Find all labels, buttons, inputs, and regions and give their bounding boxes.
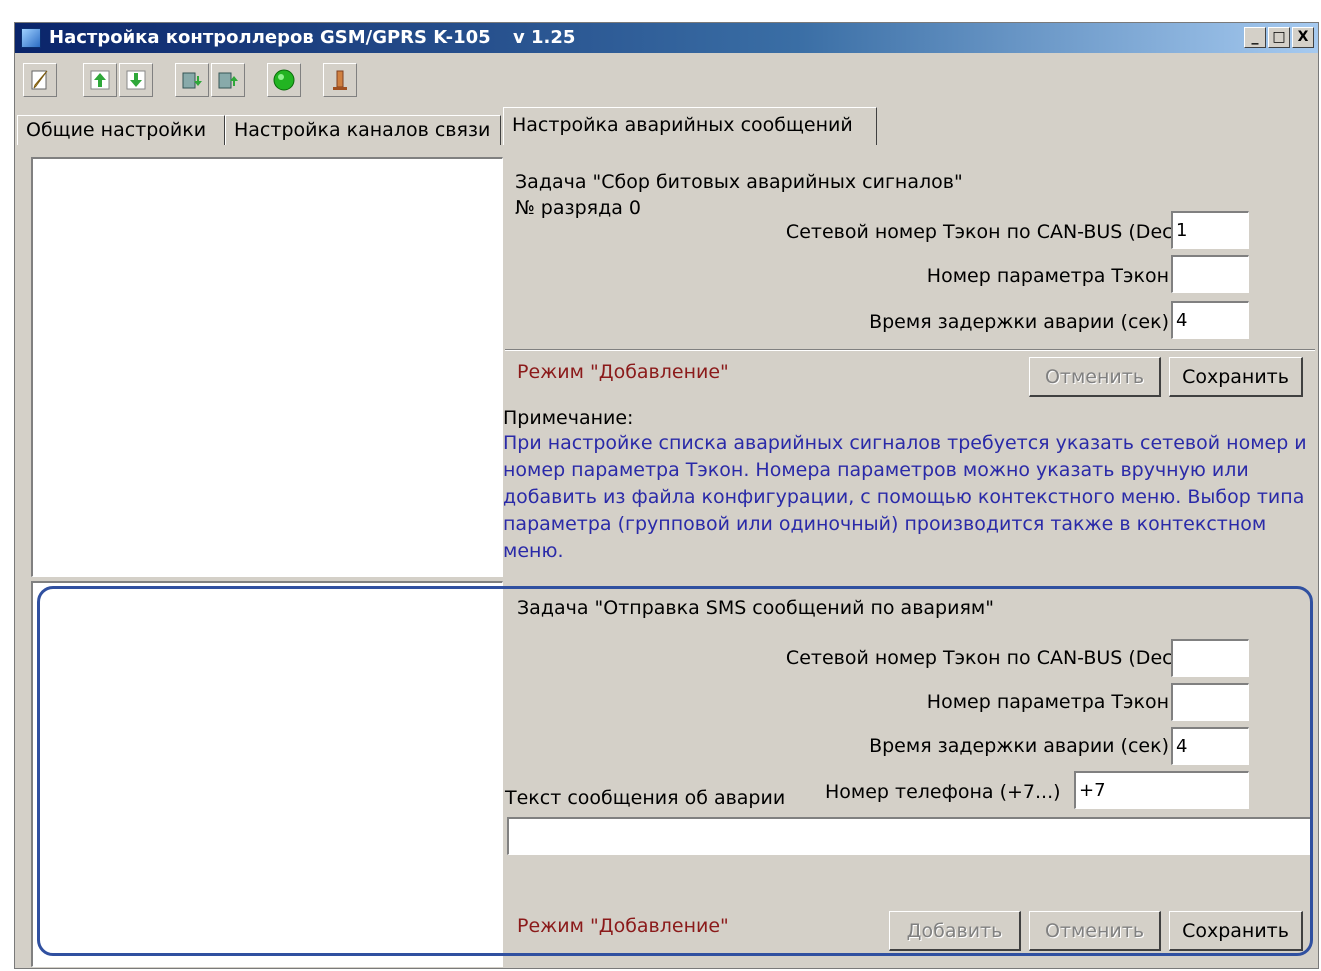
phone-number-field[interactable] (1074, 771, 1249, 809)
sms-can-bus-field[interactable] (1171, 639, 1249, 677)
bit-alarm-panel: Задача "Сбор битовых аварийных сигналов"… (503, 153, 1316, 349)
sms-mode: Режим "Добавление" (517, 915, 729, 937)
bit-alarm-mode: Режим "Добавление" (517, 361, 729, 383)
sms-delay-label: Время задержки аварии (сек) (869, 735, 1169, 757)
message-text-label: Текст сообщения об аварии (505, 787, 786, 809)
sms-delay-field[interactable] (1171, 727, 1249, 765)
edit-button[interactable] (23, 63, 57, 97)
sms-task-title: Задача "Отправка SMS сообщений по авария… (517, 597, 994, 619)
param-number-label: Номер параметра Тэкон (926, 265, 1169, 287)
disconnect-icon (333, 70, 347, 90)
sms-param-number-label: Номер параметра Тэкон (926, 691, 1169, 713)
sms-can-bus-label: Сетевой номер Тэкон по CAN-BUS (Dec) (785, 647, 1180, 669)
window-title: Настройка контроллеров GSM/GPRS K-105 (49, 27, 491, 48)
disconnect-button[interactable] (323, 63, 357, 97)
edit-icon (31, 70, 48, 90)
connect-icon (273, 69, 295, 91)
close-button[interactable]: X (1292, 27, 1314, 48)
can-bus-label: Сетевой номер Тэкон по CAN-BUS (Dec) (785, 221, 1180, 243)
arrow-up-icon (90, 70, 110, 90)
bit-alarm-cancel-button[interactable]: Отменить (1029, 357, 1161, 397)
download-button[interactable] (211, 63, 245, 97)
upload-button[interactable] (175, 63, 209, 97)
sms-save-button[interactable]: Сохранить (1169, 911, 1303, 951)
title-bar: Настройка контроллеров GSM/GPRS K-105 v … (15, 23, 1318, 53)
arrow-down-icon (126, 70, 146, 90)
tab-channels[interactable]: Настройка каналов связи (225, 115, 501, 145)
download-icon (218, 72, 238, 89)
window-version: v 1.25 (513, 27, 576, 48)
bit-alarm-footer: Режим "Добавление" Отменить Сохранить Пр… (503, 353, 1316, 577)
move-down-button[interactable] (119, 63, 153, 97)
app-icon (21, 28, 41, 48)
toolbar (15, 59, 1318, 101)
sms-param-number-field[interactable] (1171, 683, 1249, 721)
bit-alarm-list[interactable] (31, 157, 503, 577)
sms-cancel-button[interactable]: Отменить (1029, 911, 1161, 951)
divider (505, 349, 1315, 351)
bit-alarm-task-title: Задача "Сбор битовых аварийных сигналов" (515, 171, 963, 193)
delay-field[interactable] (1171, 301, 1249, 339)
message-text-field[interactable] (507, 817, 1312, 855)
tab-general[interactable]: Общие настройки (17, 115, 225, 145)
connect-button[interactable] (267, 63, 301, 97)
tab-strip: Общие настройки Настройка каналов связи … (17, 107, 1320, 145)
note-title: Примечание: (503, 407, 634, 429)
sms-alarm-panel: Задача "Отправка SMS сообщений по авария… (503, 581, 1316, 967)
bit-number-label: № разряда 0 (515, 197, 642, 219)
sms-alarm-list[interactable] (31, 581, 503, 967)
sms-add-button[interactable]: Добавить (889, 911, 1021, 951)
maximize-button[interactable]: □ (1268, 27, 1290, 48)
upload-icon (182, 72, 202, 89)
bit-alarm-save-button[interactable]: Сохранить (1169, 357, 1303, 397)
phone-number-label: Номер телефона (+7...) (825, 781, 1061, 803)
app-window: Настройка контроллеров GSM/GPRS K-105 v … (14, 22, 1319, 969)
delay-label: Время задержки аварии (сек) (869, 311, 1169, 333)
param-number-field[interactable] (1171, 255, 1249, 293)
minimize-button[interactable]: _ (1244, 27, 1266, 48)
can-bus-field[interactable] (1171, 211, 1249, 249)
note-text: При настройке списка аварийных сигналов … (503, 432, 1307, 562)
tab-alarm-messages[interactable]: Настройка аварийных сообщений (503, 107, 877, 145)
move-up-button[interactable] (83, 63, 117, 97)
